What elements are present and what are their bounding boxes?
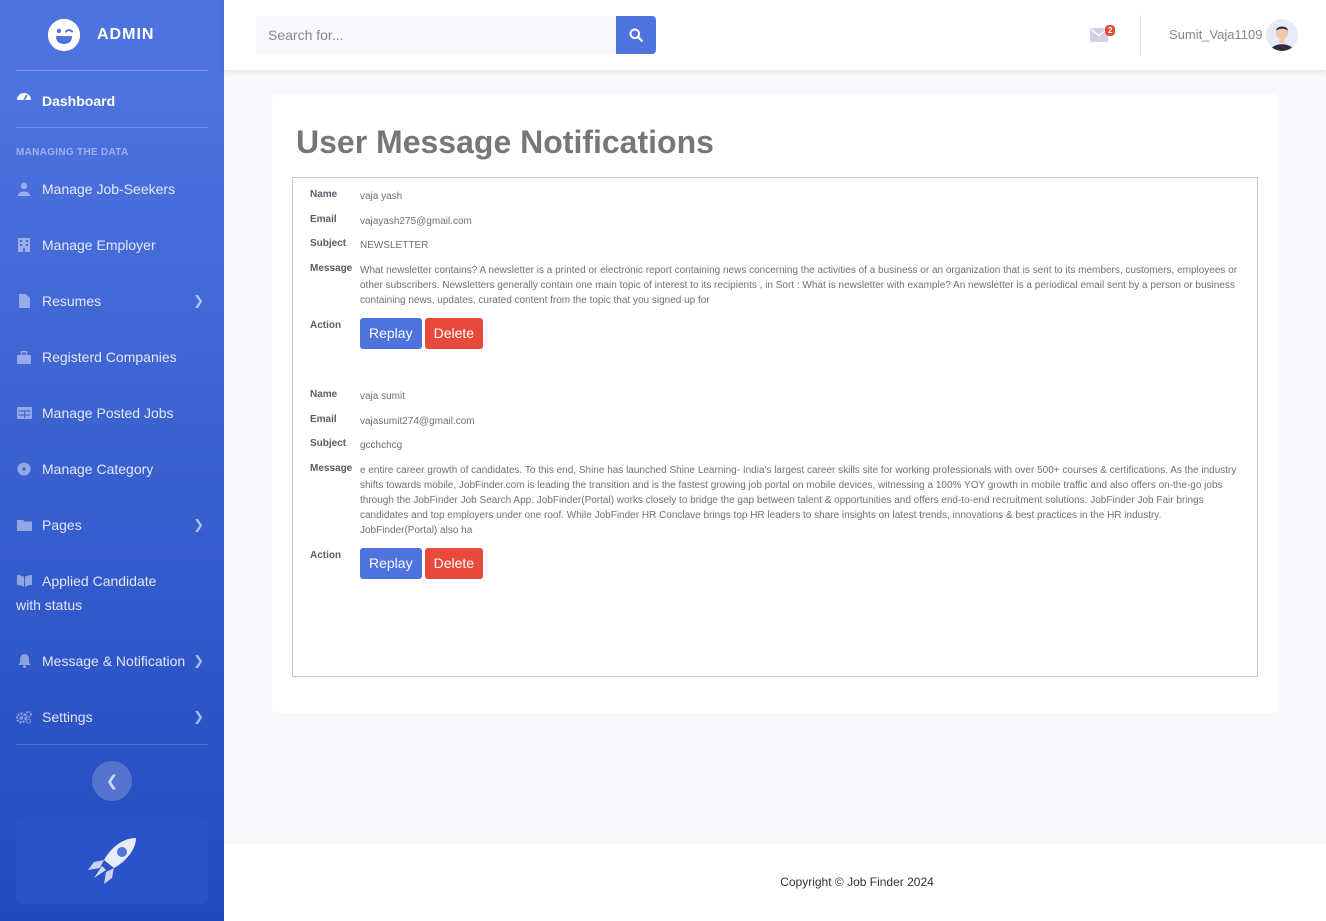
sidebar-item-label: Resumes <box>42 293 102 309</box>
search-icon <box>629 28 643 42</box>
briefcase-icon <box>16 349 32 365</box>
message-name-value: vaja sumit <box>360 391 406 402</box>
avatar[interactable] <box>1266 19 1298 51</box>
notifications-card: User Message Notifications Name vaja yash… <box>272 94 1278 713</box>
messages-container[interactable]: Name vaja yash Email vajayash275@gmail.com S… <box>292 177 1258 677</box>
sidebar-item-label: Manage Category <box>42 461 154 477</box>
message-subject-value: NEWSLETTER <box>360 240 429 251</box>
chevron-left-icon: ❮ <box>105 773 119 790</box>
table-icon <box>16 405 32 421</box>
sidebar-item-applied-candidate-with-status[interactable]: Applied Candidate with status <box>0 569 224 617</box>
message-item: Name vaja sumit Email vajasumit274@gmail.co… <box>310 389 1240 579</box>
sidebar-item-registerd-companies[interactable]: Registerd Companies <box>0 345 224 369</box>
message-count-badge: 2 <box>1105 25 1116 36</box>
sidebar-item-label: Settings <box>42 709 93 725</box>
page-title: User Message Notifications <box>296 124 714 160</box>
user-name[interactable]: Sumit_Vaja1109 <box>1169 27 1262 42</box>
message-name-row: Name vaja yash <box>310 189 1240 204</box>
brand-link[interactable]: ADMIN <box>0 0 224 70</box>
sidebar-item-label: Applied Candidate with status <box>16 573 157 613</box>
topbar: 2 Sumit_Vaja1109 <box>224 0 1326 70</box>
search-button[interactable] <box>616 16 656 54</box>
message-email-row: Email vajayash275@gmail.com <box>310 214 1240 229</box>
sidebar-item-label: Registerd Companies <box>42 349 177 365</box>
book-icon <box>16 573 32 589</box>
sidebar-item-label: Message & Notification <box>42 653 186 669</box>
delete-button[interactable]: Delete <box>424 318 484 349</box>
sidebar-item-label: Pages <box>42 517 82 533</box>
sidebar-item-dashboard[interactable]: Dashboard <box>0 89 224 113</box>
message-action-row: Action Replay Delete <box>310 548 1240 579</box>
message-name-value: vaja yash <box>360 191 403 202</box>
delete-button[interactable]: Delete <box>424 548 484 579</box>
subject-label: Subject <box>310 238 347 249</box>
copyright-text: Copyright © Job Finder 2024 <box>780 875 934 889</box>
message-message-value: e entire career growth of candidates. To… <box>360 465 1237 536</box>
sidebar-heading: MANAGING THE DATA <box>16 147 129 158</box>
file-icon <box>16 293 32 309</box>
rocket-icon <box>88 837 136 884</box>
sidebar-divider <box>16 70 208 71</box>
message-subject-row: Subject NEWSLETTER <box>310 238 1240 253</box>
sidebar-item-manage-posted-jobs[interactable]: Manage Posted Jobs <box>0 401 224 425</box>
brand-name: ADMIN <box>97 26 155 43</box>
sidebar-item-resumes[interactable]: Resumes ❯ <box>0 289 224 313</box>
email-label: Email <box>310 414 337 425</box>
building-icon <box>16 237 32 253</box>
message-subject-value: gcchchcg <box>360 440 403 451</box>
circle-icon <box>16 461 32 477</box>
sidebar-item-label: Manage Posted Jobs <box>42 405 174 421</box>
sidebar-item-manage-category[interactable]: Manage Category <box>0 457 224 481</box>
message-message-row: Message What newsletter contains? A newsl… <box>310 263 1240 308</box>
search-input[interactable] <box>256 16 616 54</box>
message-item: Name vaja yash Email vajayash275@gmail.com S… <box>310 189 1240 349</box>
sidebar-item-settings[interactable]: Settings ❯ <box>0 705 224 729</box>
footer: Copyright © Job Finder 2024 <box>224 844 1326 921</box>
chevron-right-icon: ❯ <box>193 709 204 724</box>
sidebar-item-pages[interactable]: Pages ❯ <box>0 513 224 537</box>
bell-icon <box>16 653 32 669</box>
sidebar-item-message-notification[interactable]: Message & Notification ❯ <box>0 649 224 673</box>
sidebar-item-manage-employer[interactable]: Manage Employer <box>0 233 224 257</box>
email-label: Email <box>310 214 337 225</box>
message-label: Message <box>310 463 353 474</box>
message-label: Message <box>310 263 353 274</box>
chevron-right-icon: ❯ <box>193 517 204 532</box>
sidebar: ADMIN Dashboard MANAGING THE DATA Manage… <box>0 0 224 921</box>
action-label: Action <box>310 550 342 561</box>
name-label: Name <box>310 389 338 400</box>
replay-button[interactable]: Replay <box>360 548 422 579</box>
subject-label: Subject <box>310 438 347 449</box>
tachometer-icon <box>16 89 32 105</box>
sidebar-toggle-button[interactable]: ❮ <box>92 761 132 801</box>
message-name-row: Name vaja sumit <box>310 389 1240 404</box>
chevron-right-icon: ❯ <box>193 653 204 668</box>
user-icon <box>16 181 32 197</box>
sidebar-item-label: Manage Employer <box>42 237 156 253</box>
folder-icon <box>16 517 32 533</box>
sidebar-divider <box>16 744 208 745</box>
sidebar-item-label: Manage Job-Seekers <box>42 181 176 197</box>
sidebar-item-manage-job-seekers[interactable]: Manage Job-Seekers <box>0 177 224 201</box>
laugh-wink-icon <box>48 19 80 51</box>
chevron-right-icon: ❯ <box>193 293 204 308</box>
topbar-divider <box>1140 15 1141 55</box>
action-label: Action <box>310 320 342 331</box>
cogs-icon <box>16 709 32 725</box>
search-form <box>256 16 656 54</box>
sidebar-divider <box>16 127 208 128</box>
message-email-row: Email vajasumit274@gmail.com <box>310 414 1240 429</box>
replay-button[interactable]: Replay <box>360 318 422 349</box>
message-email-value: vajasumit274@gmail.com <box>360 416 475 427</box>
message-message-value: What newsletter contains? A newsletter i… <box>360 265 1238 306</box>
sidebar-card <box>16 817 208 904</box>
message-email-value: vajayash275@gmail.com <box>360 216 472 227</box>
message-action-row: Action Replay Delete <box>310 318 1240 349</box>
message-message-row: Message e entire career growth of candida… <box>310 463 1240 538</box>
sidebar-item-label: Dashboard <box>42 93 116 109</box>
message-subject-row: Subject gcchchcg <box>310 438 1240 453</box>
name-label: Name <box>310 189 338 200</box>
